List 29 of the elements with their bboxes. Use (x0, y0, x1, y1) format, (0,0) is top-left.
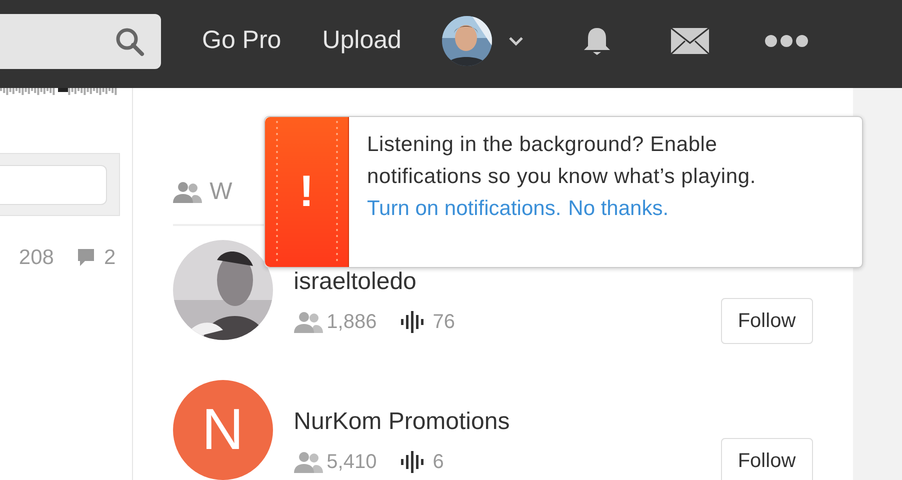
comment-field[interactable] (0, 165, 107, 205)
follower-count: 1,886 (326, 310, 377, 335)
more-icon[interactable] (764, 34, 810, 48)
comment-count: 2 (104, 245, 116, 271)
alert-mark: ! (299, 166, 314, 218)
comment-icon (76, 248, 96, 268)
tracks-icon (400, 451, 425, 473)
followers-icon (294, 311, 323, 333)
module-title: W (210, 177, 232, 207)
user-name[interactable]: NurKom Promotions (294, 410, 813, 434)
follow-button[interactable]: Follow (720, 438, 813, 480)
track-count: 76 (432, 310, 455, 335)
follower-count: 5,410 (326, 450, 377, 475)
followers-icon (294, 451, 323, 473)
search-field[interactable] (0, 14, 161, 69)
nav-link[interactable]: Upload (322, 22, 402, 60)
logo-letter: N (202, 401, 244, 459)
nav-link[interactable]: Go Pro (202, 22, 282, 60)
followers-icon (172, 181, 202, 203)
bell-icon[interactable] (582, 26, 612, 56)
caret-icon[interactable] (508, 36, 524, 46)
notification-message: Listening in the background? Enable notifications so you know what’s playing. (367, 132, 757, 190)
play-count: 208 (18, 245, 54, 271)
tracks-icon (400, 311, 425, 333)
track-count: 6 (432, 450, 444, 475)
user-name[interactable]: israeltoledo (294, 270, 813, 294)
mail-icon[interactable] (671, 28, 710, 54)
search-icon (115, 26, 145, 56)
follow-button[interactable]: Follow (720, 298, 813, 344)
